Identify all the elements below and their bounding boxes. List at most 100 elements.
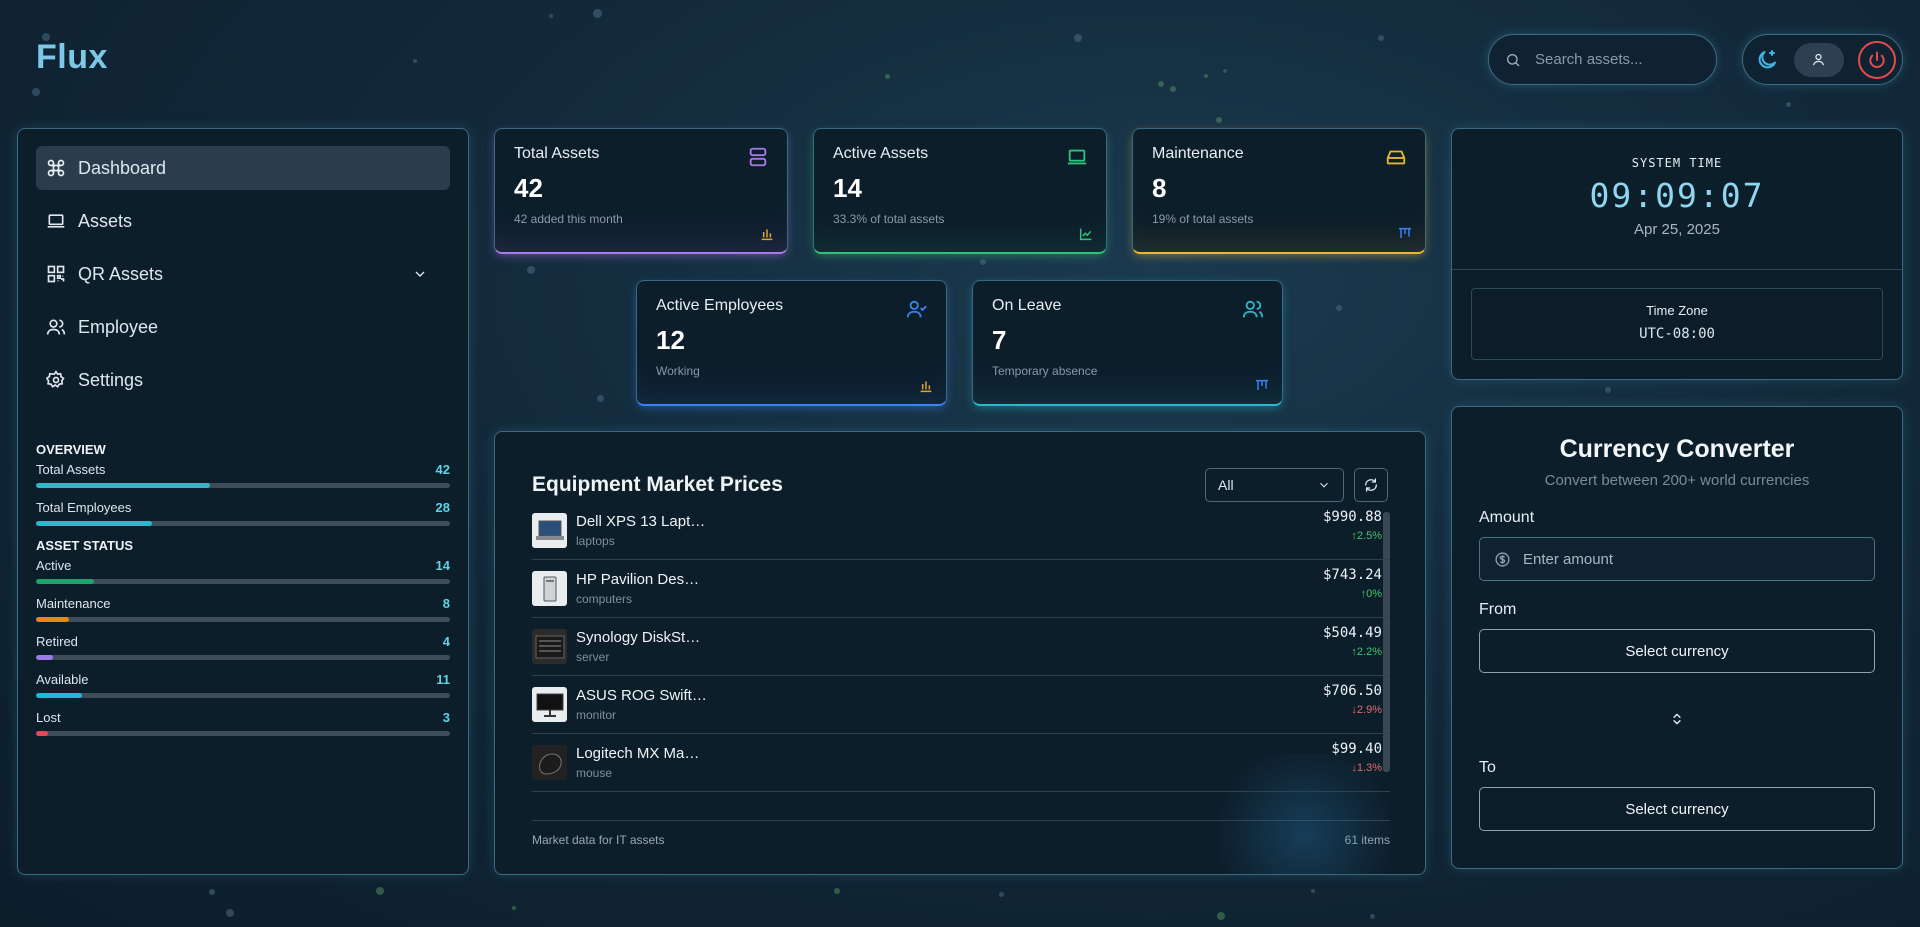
progress-bar [36,483,450,488]
sidebar-item-label: Assets [78,210,133,231]
card-value: 12 [656,325,685,355]
item-category: monitor [576,708,617,722]
card-value: 8 [1152,173,1167,203]
stat-card-total-assets[interactable]: Total Assets 42 42 added this month [494,128,788,254]
timezone-label: Time Zone [1646,303,1708,318]
status-stat-active: Active 14 [36,558,450,584]
amount-label: Amount [1479,509,1535,526]
sidebar-item-qr-assets[interactable]: QR Assets [36,252,450,296]
swap-currencies-button[interactable] [1479,711,1875,727]
item-name: Synology DiskSt… [576,629,701,646]
amount-input[interactable] [1523,550,1843,568]
market-item[interactable]: Synology DiskSt… server $504.49 ↑2.2% [532,618,1390,676]
category-filter-select[interactable]: All [1205,468,1344,502]
progress-fill [36,693,82,698]
refresh-icon [1365,478,1377,492]
status-stat-retired: Retired 4 [36,634,450,660]
item-category: computers [576,592,633,606]
chevron-down-icon [1320,482,1328,488]
power-icon [1869,51,1885,68]
stat-value: 28 [435,500,450,515]
user-profile-button[interactable] [1793,42,1844,77]
stat-label: Total Employees [36,500,132,515]
item-category: laptops [576,534,615,548]
overview-title: OVERVIEW [36,442,106,457]
sidebar-item-assets[interactable]: Assets [36,199,450,243]
status-stat-lost: Lost 3 [36,710,450,736]
user-icon [1812,53,1825,66]
chevrons-up-down-icon [1673,713,1681,725]
amount-field[interactable] [1479,537,1875,581]
stat-value: 8 [442,596,450,611]
progress-fill [36,617,70,622]
search-icon [1507,53,1520,66]
card-title: Active Employees [656,297,784,314]
asset-status-title: ASSET STATUS [36,538,134,553]
status-stat-available: Available 11 [36,672,450,698]
market-title: Equipment Market Prices [532,473,783,496]
search-bar[interactable] [1488,34,1717,85]
progress-fill [36,483,210,488]
to-currency-select[interactable]: Select currency [1479,787,1875,831]
stat-label: Total Assets [36,462,106,477]
refresh-button[interactable] [1354,468,1388,502]
product-thumbnail [532,571,567,606]
stat-label: Retired [36,634,78,649]
bar-chart-icon [920,381,932,393]
sidebar-item-dashboard[interactable]: Dashboard [36,146,450,190]
progress-bar [36,521,450,526]
user-check-icon [906,300,927,318]
qr-code-icon [47,265,65,283]
item-name: Dell XPS 13 Lapt… [576,513,706,530]
product-thumbnail [532,629,567,664]
from-currency-select[interactable]: Select currency [1479,629,1875,673]
market-item[interactable]: Logitech MX Ma… mouse $99.40 ↓1.3% [532,734,1390,792]
dollar-circle-icon [1495,551,1510,567]
stat-card-active-assets[interactable]: Active Assets 14 33.3% of total assets [813,128,1107,254]
progress-fill [36,655,53,660]
market-item[interactable]: HP Pavilion Des… computers $743.24 ↑0% [532,560,1390,618]
gear-icon [46,370,65,388]
chevron-down-icon[interactable] [412,266,428,282]
app-logo[interactable]: Flux [36,38,108,77]
card-value: 7 [992,325,1007,355]
line-chart-icon [1079,228,1092,241]
theme-toggle-button[interactable] [1755,48,1779,72]
market-item[interactable]: ASUS ROG Swift… monitor $706.50 ↓2.9% [532,676,1390,734]
kanban-chart-icon [1256,379,1268,390]
progress-bar [36,693,450,698]
power-button[interactable] [1858,40,1896,79]
item-name: ASUS ROG Swift… [576,687,707,704]
progress-bar [36,655,450,660]
sidebar-item-label: QR Assets [78,263,164,284]
item-change: 1.3% [1356,762,1382,774]
product-thumbnail [532,745,567,780]
stat-card-active-employees[interactable]: Active Employees 12 Working [636,280,947,406]
header-toolbar [1742,34,1903,85]
market-item[interactable]: Dell XPS 13 Lapt… laptops $990.88 ↑2.5% [532,502,1390,560]
item-price: $99.40 [1331,741,1382,757]
from-label: From [1479,601,1517,618]
item-name: HP Pavilion Des… [576,571,700,588]
product-thumbnail [532,513,567,548]
item-change: 2.9% [1356,704,1382,716]
stat-value: 4 [442,634,450,649]
item-change: 2.5% [1356,530,1382,542]
clock-time: 09:09:07 [1589,176,1765,215]
stat-value: 14 [435,558,450,573]
item-count: 61 items [1344,833,1390,847]
progress-fill [36,521,152,526]
search-input[interactable] [1535,51,1695,68]
stat-card-maintenance[interactable]: Maintenance 8 19% of total assets [1132,128,1426,254]
clock-date: Apr 25, 2025 [1634,221,1720,238]
sidebar-item-label: Dashboard [78,157,167,178]
progress-bar [36,617,450,622]
card-title: Total Assets [514,145,600,162]
sidebar-item-settings[interactable]: Settings [36,358,450,402]
sidebar-item-employee[interactable]: Employee [36,305,450,349]
card-subtitle: 33.3% of total assets [833,212,945,226]
progress-bar [36,731,450,736]
card-subtitle: Working [656,364,700,378]
stat-card-on-leave[interactable]: On Leave 7 Temporary absence [972,280,1283,406]
stat-label: Lost [36,710,61,725]
